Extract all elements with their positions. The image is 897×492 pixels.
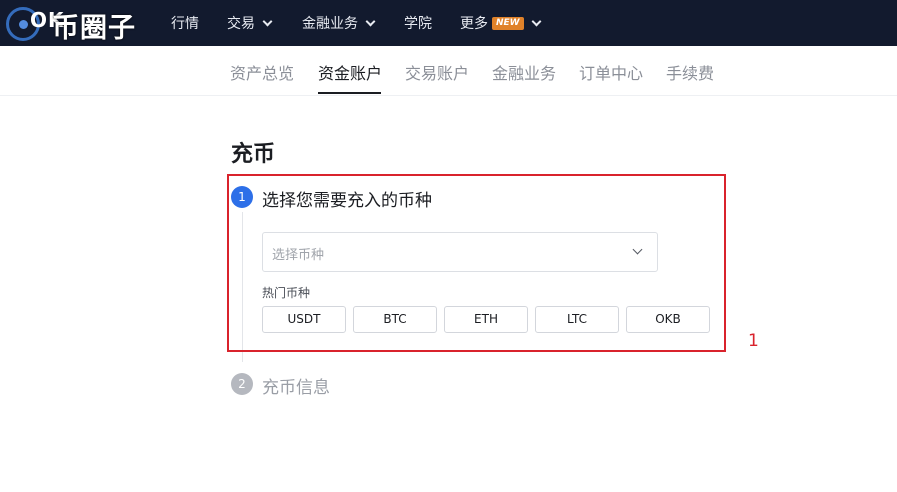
annotation-highlight-box xyxy=(227,174,726,352)
tab-finance[interactable]: 金融业务 xyxy=(492,60,556,84)
watermark: 币圈子 xyxy=(52,13,136,44)
nav-item-finance[interactable]: 金融业务 xyxy=(302,0,376,46)
chevron-down-icon xyxy=(365,16,376,26)
active-tab-indicator xyxy=(318,92,381,94)
chevron-down-icon xyxy=(262,16,273,26)
chevron-down-icon xyxy=(531,16,542,26)
step-2-title: 充币信息 xyxy=(262,378,330,398)
page-title: 充币 xyxy=(231,142,276,167)
annotation-label: 1 xyxy=(748,331,759,351)
tab-asset-overview[interactable]: 资产总览 xyxy=(230,60,294,84)
nav-item-label: 更多 xyxy=(460,16,488,32)
nav-item-label: 学院 xyxy=(404,16,432,32)
tab-funding-account[interactable]: 资金账户 xyxy=(318,60,382,84)
tab-trading-account[interactable]: 交易账户 xyxy=(405,60,469,84)
top-navbar: OK 币圈子 行情 交易 金融业务 学院 更多 NEW xyxy=(0,0,897,46)
nav-item-label: 交易 xyxy=(227,16,255,32)
tab-fees[interactable]: 手续费 xyxy=(666,60,714,84)
nav-item-trade[interactable]: 交易 xyxy=(227,0,273,46)
new-badge: NEW xyxy=(492,16,524,30)
nav-item-academy[interactable]: 学院 xyxy=(404,0,432,46)
nav-item-more[interactable]: 更多 NEW xyxy=(460,0,542,46)
tab-order-center[interactable]: 订单中心 xyxy=(579,60,643,84)
account-subnav: 资产总览 资金账户 交易账户 金融业务 订单中心 手续费 xyxy=(0,46,897,96)
step-2-badge: 2 xyxy=(231,373,253,395)
nav-item-market[interactable]: 行情 xyxy=(171,0,199,46)
nav-item-label: 行情 xyxy=(171,16,199,32)
nav-item-label: 金融业务 xyxy=(302,16,358,32)
